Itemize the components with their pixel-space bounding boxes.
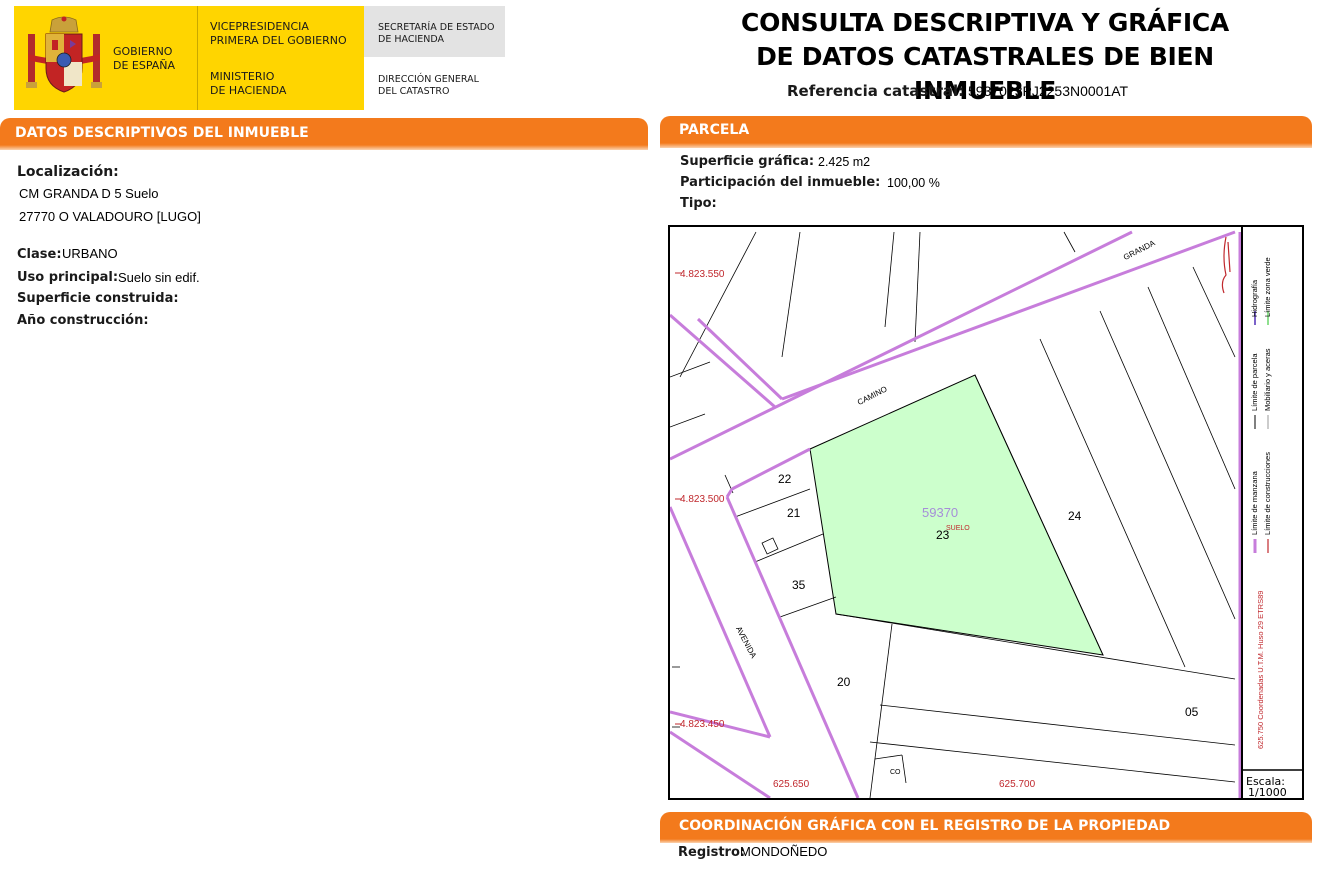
legend-construcciones: Límite de construcciones bbox=[1263, 452, 1272, 535]
coord-x-label: 625.650 bbox=[773, 779, 810, 790]
logo-divider bbox=[197, 6, 198, 110]
parcel-use-label: SUELO bbox=[946, 525, 970, 532]
registro-value: MONDOÑEDO bbox=[740, 844, 828, 859]
small-construction bbox=[761, 537, 779, 555]
legend-coordinates: 625.750 Coordenadas U.T.M. Huso 29 ETRS8… bbox=[1256, 590, 1265, 749]
parcel-number: 59370 bbox=[922, 505, 959, 520]
anio-construccion-label: Año construcción: bbox=[17, 313, 149, 328]
clase-label: Clase: bbox=[17, 247, 62, 262]
participacion-label: Participación del inmueble: bbox=[680, 175, 881, 190]
coat-of-arms-icon bbox=[26, 16, 102, 93]
address-line2: 27770 O VALADOURO [LUGO] bbox=[19, 209, 201, 224]
superficie-grafica-label: Superficie gráfica: bbox=[680, 154, 815, 169]
parcel-number-21: 21 bbox=[787, 506, 801, 520]
parcel-co-label: CO bbox=[890, 769, 901, 776]
map-drawing bbox=[670, 227, 1302, 798]
hidrografia-line bbox=[1221, 236, 1231, 294]
coordinacion-header: COORDINACIÓN GRÁFICA CON EL REGISTRO DE … bbox=[660, 812, 1312, 839]
ministerio-text: MINISTERIO DE HACIENDA bbox=[210, 70, 287, 97]
referencia-label: Referencia catastral: bbox=[787, 82, 965, 100]
superficie-grafica-value: 2.425 m2 bbox=[818, 155, 871, 169]
parcel-number-20: 20 bbox=[837, 675, 851, 689]
localizacion-label: Localización: bbox=[17, 164, 119, 180]
tipo-label: Tipo: bbox=[680, 196, 717, 211]
section-underline bbox=[660, 143, 1312, 148]
page-title-line1: CONSULTA DESCRIPTIVA Y GRÁFICA bbox=[741, 8, 1229, 37]
legend-zona-verde: Límite zona verde bbox=[1263, 257, 1272, 317]
coord-y-label: 4.823.450 bbox=[680, 719, 725, 730]
legend-parcela: Límite de parcela bbox=[1250, 353, 1259, 411]
section-underline bbox=[660, 839, 1312, 843]
uso-principal-label: Uso principal: bbox=[17, 270, 119, 285]
clase-value: URBANO bbox=[62, 246, 118, 261]
parcel-number-22: 22 bbox=[778, 472, 792, 486]
superficie-construida-label: Superficie construida: bbox=[17, 291, 179, 306]
address-line1: CM GRANDA D 5 Suelo bbox=[19, 186, 159, 201]
vicepresidencia-text: VICEPRESIDENCIA PRIMERA DEL GOBIERNO bbox=[210, 20, 347, 47]
legend-manzana: Límite de manzana bbox=[1250, 471, 1259, 535]
parcel-number-35: 35 bbox=[792, 578, 806, 592]
coord-y-label: 4.823.550 bbox=[680, 269, 725, 280]
direccion-text: DIRECCIÓN GENERAL DEL CATASTRO bbox=[378, 74, 479, 97]
legend-hidrografia: Hidrografía bbox=[1250, 279, 1259, 317]
section-underline bbox=[0, 145, 648, 150]
gobierno-espana-text: GOBIERNO DE ESPAÑA bbox=[113, 45, 176, 72]
coord-y-label: 4.823.500 bbox=[680, 494, 725, 505]
parcel-number-23: 23 bbox=[936, 528, 950, 542]
legend-mobiliario: Mobiliario y aceras bbox=[1263, 348, 1272, 411]
cadastral-map: 4.823.550 4.823.500 4.823.450 625.650 62… bbox=[668, 225, 1304, 800]
parcel-number-05: 05 bbox=[1185, 705, 1199, 719]
coord-x-label: 625.700 bbox=[999, 779, 1036, 790]
datos-descriptivos-header: DATOS DESCRIPTIVOS DEL INMUEBLE bbox=[0, 118, 648, 145]
uso-principal-value: Suelo sin edif. bbox=[118, 270, 200, 285]
parcel-number-24: 24 bbox=[1068, 509, 1082, 523]
participacion-value: 100,00 % bbox=[887, 176, 940, 190]
registro-label: Registro: bbox=[678, 845, 746, 860]
escala-value: 1/1000 bbox=[1248, 786, 1287, 799]
referencia-value: 5937023PJ2253N0001AT bbox=[968, 83, 1129, 99]
secretaria-text: SECRETARÍA DE ESTADO DE HACIENDA bbox=[378, 22, 495, 45]
parcela-header: PARCELA bbox=[660, 116, 1312, 143]
